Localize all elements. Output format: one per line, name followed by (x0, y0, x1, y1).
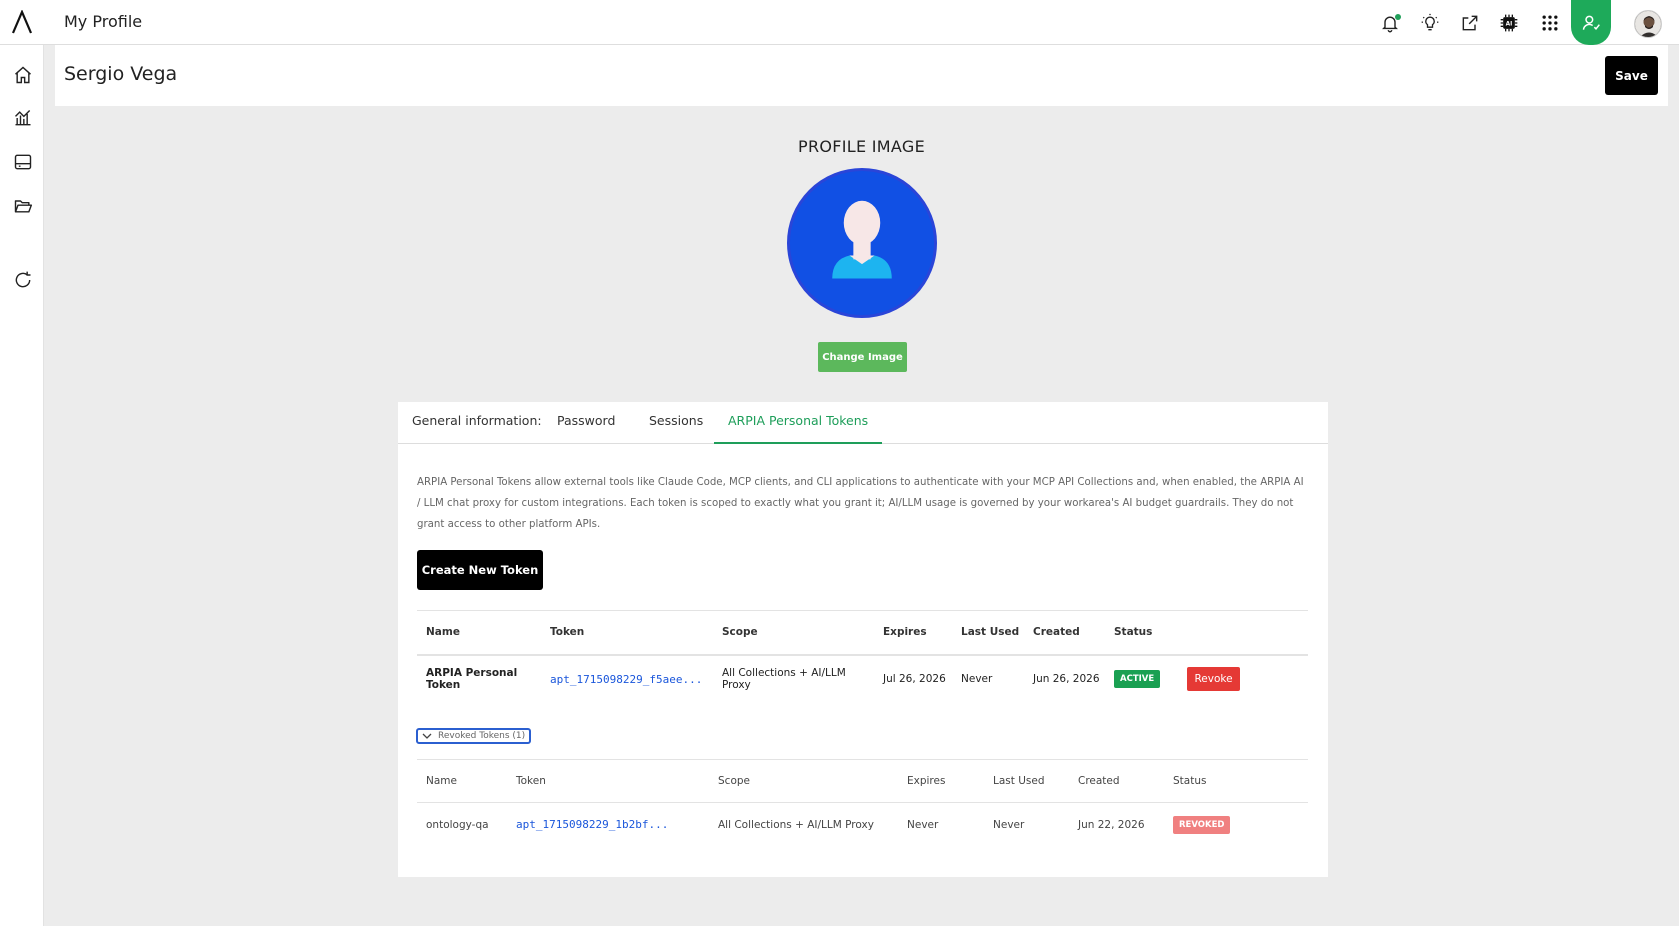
user-tab-icon (1582, 15, 1600, 30)
table-header-row: Name Token Scope Expires Last Used Creat… (417, 759, 1308, 803)
token-expires: Jul 26, 2026 (883, 673, 946, 685)
column-header: Created (1069, 759, 1164, 803)
profile-header: Sergio Vega Save (55, 45, 1668, 106)
token-created: Jun 26, 2026 (1033, 673, 1100, 685)
active-tokens-table: Name Token Scope Expires Last Used Creat… (417, 610, 1308, 703)
revoke-button[interactable]: Revoke (1187, 667, 1240, 691)
main-content: Sergio Vega Save PROFILE IMAGE Change Im… (44, 45, 1679, 926)
token-name: ARPIA Personal Token (426, 667, 518, 691)
profile-tabs-card: General information: Password Sessions A… (398, 402, 1328, 877)
status-badge: REVOKED (1173, 815, 1231, 834)
column-header: Status (1105, 610, 1178, 656)
folder-icon[interactable] (12, 195, 34, 217)
column-header-actions (1178, 610, 1308, 656)
revoked-tokens-table: Name Token Scope Expires Last Used Creat… (417, 759, 1308, 847)
create-new-token-button[interactable]: Create New Token (417, 550, 543, 590)
token-value-link[interactable]: apt_1715098229_f5aee... (550, 673, 702, 686)
column-header: Expires (874, 610, 952, 656)
profile-image (787, 168, 937, 318)
status-badge: ACTIVE (1114, 670, 1161, 688)
bell-icon[interactable] (1379, 12, 1401, 34)
tab-arpia-personal-tokens[interactable]: ARPIA Personal Tokens (714, 402, 883, 444)
table-header-row: Name Token Scope Expires Last Used Creat… (417, 610, 1308, 656)
column-header: Scope (709, 759, 898, 803)
token-last-used: Never (961, 673, 993, 685)
save-button[interactable]: Save (1605, 56, 1658, 95)
refresh-icon[interactable] (12, 269, 34, 291)
token-name: ontology-qa (426, 818, 489, 831)
home-icon[interactable] (12, 64, 34, 86)
user-silhouette-icon (832, 200, 892, 279)
column-header: Token (541, 610, 713, 656)
page-title: Sergio Vega (64, 63, 178, 85)
tab-sessions[interactable]: Sessions (635, 402, 717, 444)
token-scope: All Collections + AI/LLM Proxy (718, 818, 874, 831)
profile-image-title: PROFILE IMAGE (798, 137, 925, 156)
token-expires: Never (907, 818, 939, 831)
arpia-logo-icon[interactable] (10, 10, 34, 34)
token-last-used: Never (993, 818, 1025, 831)
dashboard-icon[interactable] (12, 151, 34, 173)
ai-chip-icon[interactable]: AI (1498, 12, 1520, 34)
column-header: Last Used (952, 610, 1024, 656)
analytics-icon[interactable] (12, 107, 34, 129)
change-image-button[interactable]: Change Image (818, 342, 907, 372)
notification-dot (1395, 14, 1401, 20)
tab-bar: General information: Password Sessions A… (398, 402, 1328, 444)
chevron-down-icon (422, 733, 432, 739)
column-header: Scope (713, 610, 874, 656)
avatar[interactable] (1634, 10, 1662, 38)
lightbulb-icon[interactable] (1419, 12, 1441, 34)
column-header: Name (417, 759, 507, 803)
column-header: Name (417, 610, 541, 656)
token-scope: All Collections + AI/LLM Proxy (722, 667, 846, 691)
top-bar: My Profile AI (0, 0, 1679, 45)
table-row: ontology-qa apt_1715098229_1b2bf... All … (417, 803, 1308, 847)
svg-text:AI: AI (1506, 22, 1513, 28)
column-header: Created (1024, 610, 1105, 656)
column-header: Expires (898, 759, 984, 803)
apps-grid-icon[interactable] (1539, 12, 1561, 34)
column-header: Status (1164, 759, 1308, 803)
column-header: Last Used (984, 759, 1069, 803)
token-created: Jun 22, 2026 (1078, 818, 1145, 831)
tab-password[interactable]: Password (543, 402, 629, 444)
column-header: Token (507, 759, 709, 803)
table-row: ARPIA Personal Token apt_1715098229_f5ae… (417, 655, 1308, 703)
tokens-description: ARPIA Personal Tokens allow external too… (417, 477, 1304, 530)
revoked-tokens-toggle[interactable]: Revoked Tokens (1) (416, 728, 532, 744)
app-title: My Profile (64, 12, 143, 31)
tab-general-information[interactable]: General information: (398, 402, 556, 444)
revoked-tokens-toggle-label: Revoked Tokens (1) (438, 731, 526, 741)
token-value-link[interactable]: apt_1715098229_1b2bf... (516, 818, 668, 831)
user-profile-tab[interactable] (1571, 0, 1611, 45)
share-icon[interactable] (1459, 12, 1481, 34)
sidebar (0, 45, 44, 926)
